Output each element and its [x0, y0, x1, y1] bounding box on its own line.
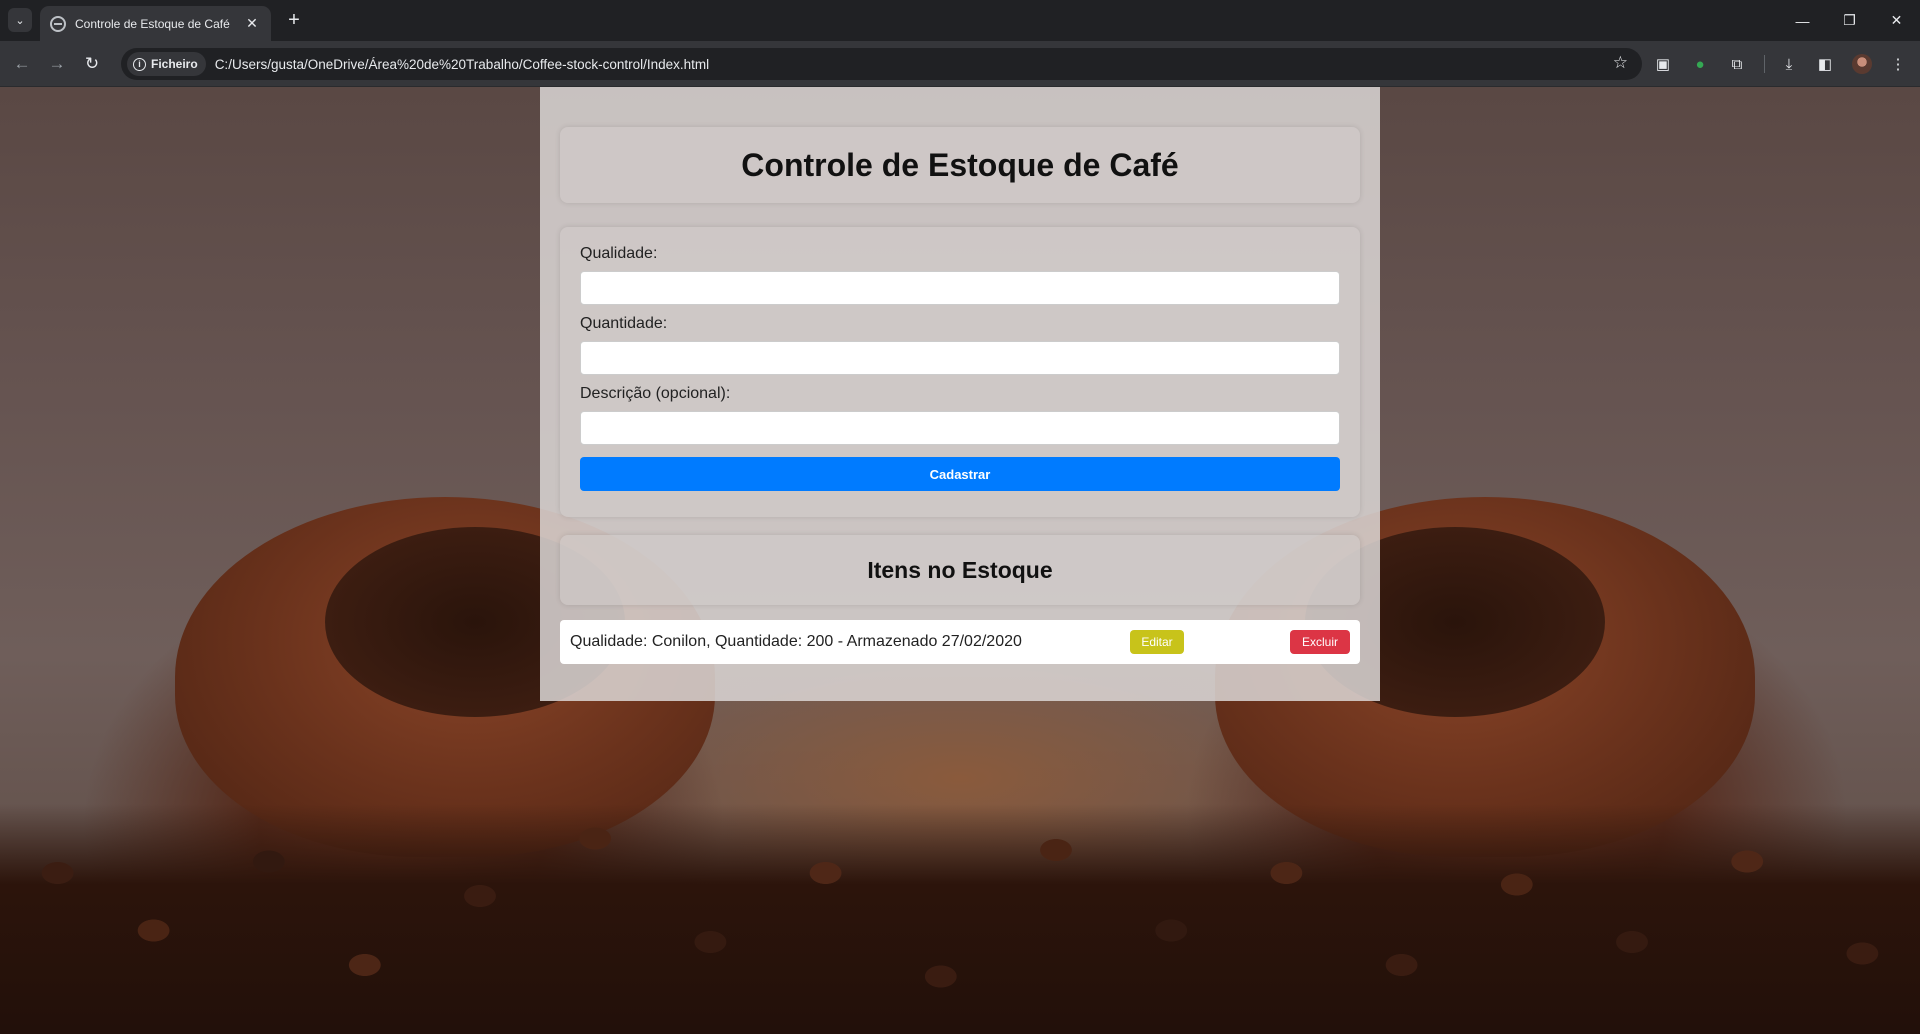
- close-tab-icon[interactable]: ✕: [243, 15, 261, 32]
- restore-icon[interactable]: ❐: [1826, 0, 1873, 41]
- page-viewport: Controle de Estoque de Café Qualidade: Q…: [0, 87, 1920, 1034]
- stock-list-header: Itens no Estoque: [560, 535, 1360, 605]
- browser-tab-bar: ⌄ Controle de Estoque de Café ✕ + — ❐ ✕: [0, 0, 1920, 41]
- tab-title: Controle de Estoque de Café: [75, 16, 230, 31]
- item-text: Qualidade: Conilon, Quantidade: 200 - Ar…: [570, 633, 1022, 650]
- reload-icon[interactable]: ↻: [78, 50, 106, 78]
- description-input[interactable]: [580, 411, 1340, 445]
- close-window-icon[interactable]: ✕: [1873, 0, 1920, 41]
- forward-icon[interactable]: →: [43, 50, 71, 78]
- browser-toolbar: ← → ↻ i Ficheiro C:/Users/gusta/OneDrive…: [0, 41, 1920, 87]
- star-icon[interactable]: ☆: [1613, 53, 1628, 73]
- download-icon[interactable]: ⤓: [1779, 54, 1799, 74]
- edit-button[interactable]: Editar: [1130, 630, 1184, 654]
- description-label: Descrição (opcional):: [580, 385, 731, 402]
- list-title: Itens no Estoque: [867, 556, 1053, 583]
- extension-icon[interactable]: ⧉: [1727, 54, 1747, 74]
- new-tab-button[interactable]: +: [282, 8, 306, 32]
- menu-icon[interactable]: ⋮: [1888, 54, 1908, 74]
- tab-search-icon[interactable]: ⌄: [8, 8, 32, 32]
- minimize-icon[interactable]: —: [1779, 0, 1826, 41]
- address-bar[interactable]: i Ficheiro C:/Users/gusta/OneDrive/Área%…: [121, 48, 1642, 80]
- quantity-label: Quantidade:: [580, 315, 668, 332]
- back-icon[interactable]: ←: [8, 50, 36, 78]
- url-text[interactable]: C:/Users/gusta/OneDrive/Área%20de%20Trab…: [215, 57, 709, 72]
- submit-button[interactable]: Cadastrar: [580, 457, 1340, 491]
- delete-button[interactable]: Excluir: [1290, 630, 1350, 654]
- window-controls: — ❐ ✕: [1779, 0, 1920, 41]
- quantity-input[interactable]: [580, 341, 1340, 375]
- toolbar-divider: [1764, 55, 1765, 73]
- chip-label: Ficheiro: [151, 57, 198, 71]
- site-info-chip[interactable]: i Ficheiro: [127, 52, 206, 76]
- coffee-beans-background: [0, 804, 1920, 1034]
- quality-input[interactable]: [580, 271, 1340, 305]
- header-card: Controle de Estoque de Café: [560, 127, 1360, 203]
- side-panel-icon[interactable]: ◧: [1815, 54, 1835, 74]
- quality-label: Qualidade:: [580, 245, 658, 262]
- avatar[interactable]: [1852, 54, 1872, 74]
- stock-form: Qualidade: Quantidade: Descrição (opcion…: [560, 227, 1360, 517]
- globe-icon: [50, 15, 66, 32]
- page-title: Controle de Estoque de Café: [741, 146, 1179, 183]
- info-icon: i: [133, 57, 146, 71]
- extension-green-icon[interactable]: ●: [1690, 54, 1710, 74]
- app-container: Controle de Estoque de Café Qualidade: Q…: [540, 87, 1380, 701]
- browser-tab[interactable]: Controle de Estoque de Café ✕: [40, 6, 271, 41]
- extension-red-icon[interactable]: ▣: [1653, 54, 1673, 74]
- list-item: Qualidade: Conilon, Quantidade: 200 - Ar…: [560, 620, 1360, 664]
